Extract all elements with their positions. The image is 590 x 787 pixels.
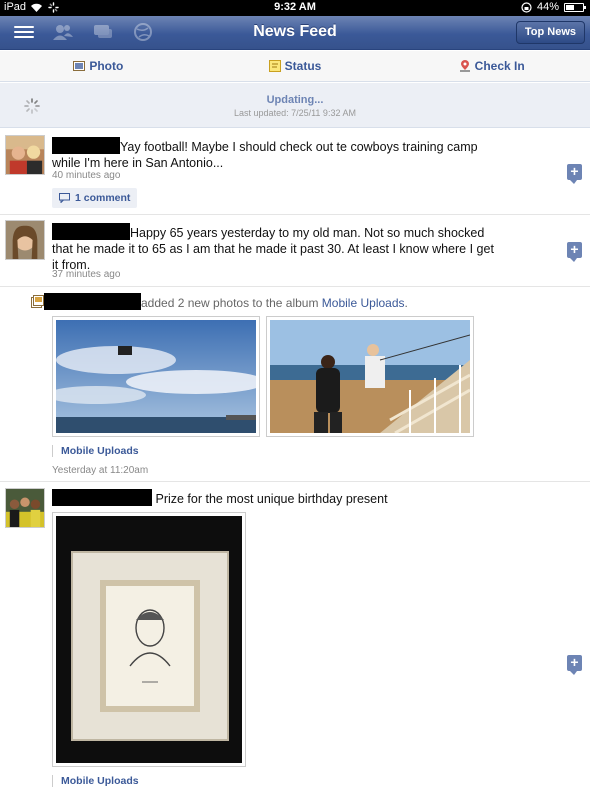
check-in-label: Check In bbox=[474, 59, 525, 73]
story-timestamp: 37 minutes ago bbox=[52, 269, 121, 280]
feed-story: Yay football! Maybe I should check out t… bbox=[0, 129, 590, 215]
feed-story: added 2 new photos to the album Mobile U… bbox=[0, 287, 590, 482]
status-button[interactable]: Status bbox=[197, 51, 394, 81]
publisher-bar: Photo Status Check In bbox=[0, 51, 590, 82]
story-text: Yay football! Maybe I should check out t… bbox=[120, 140, 478, 154]
album-link[interactable]: Mobile Uploads bbox=[52, 775, 139, 787]
feed-story: Prize for the most unique birthday prese… bbox=[0, 483, 590, 787]
album-link[interactable]: Mobile Uploads bbox=[52, 445, 139, 457]
avatar[interactable] bbox=[5, 488, 45, 528]
photo-label: Photo bbox=[89, 59, 124, 73]
add-comment-icon[interactable]: + bbox=[567, 242, 582, 262]
orientation-lock-icon bbox=[521, 1, 532, 13]
redacted-name bbox=[52, 137, 120, 154]
redacted-name bbox=[52, 223, 130, 240]
story-text: Happy 65 years yesterday to my old man. … bbox=[130, 226, 485, 240]
navigation-bar: News Feed Top News bbox=[0, 16, 590, 50]
album-photo[interactable] bbox=[266, 316, 474, 437]
map-pin-icon bbox=[459, 60, 470, 72]
pull-to-refresh-bar: Updating... Last updated: 7/25/11 9:32 A… bbox=[0, 83, 590, 128]
album-photo[interactable] bbox=[52, 512, 246, 767]
avatar[interactable] bbox=[5, 135, 45, 175]
photo-album-icon bbox=[31, 295, 44, 308]
check-in-button[interactable]: Check In bbox=[393, 51, 590, 81]
battery-percent: 44% bbox=[536, 1, 559, 13]
comment-count-label: 1 comment bbox=[75, 192, 131, 204]
page-title: News Feed bbox=[253, 23, 337, 40]
story-text-continued: that he made it to 65 as I am that he ma… bbox=[52, 242, 494, 256]
beach-sky-photo bbox=[46, 320, 266, 433]
album-photo[interactable] bbox=[46, 316, 266, 437]
photo-button[interactable]: Photo bbox=[0, 51, 197, 81]
story-text-continued: while I'm here in San Antonio... bbox=[52, 156, 224, 170]
top-news-button[interactable]: Top News bbox=[515, 21, 585, 44]
loading-spinner-icon bbox=[24, 98, 40, 114]
updating-label: Updating... bbox=[266, 94, 324, 106]
comment-bubble-icon bbox=[59, 193, 70, 203]
comment-count-button[interactable]: 1 comment bbox=[52, 188, 138, 208]
add-comment-icon[interactable]: + bbox=[567, 655, 582, 675]
status-icon bbox=[268, 60, 281, 72]
battery-icon bbox=[564, 2, 586, 12]
redacted-name bbox=[52, 489, 152, 506]
last-updated-label: Last updated: 7/25/11 9:32 AM bbox=[234, 108, 356, 118]
story-timestamp: Yesterday at 11:20am bbox=[52, 465, 149, 476]
fishing-pier-photo bbox=[270, 320, 471, 435]
album-link[interactable]: Mobile Uploads bbox=[322, 296, 405, 310]
story-text: Prize for the most unique birthday prese… bbox=[155, 492, 388, 506]
add-comment-icon[interactable]: + bbox=[567, 164, 582, 184]
photo-icon bbox=[73, 61, 86, 71]
feed-story: Happy 65 years yesterday to my old man. … bbox=[0, 215, 590, 287]
story-text-period: . bbox=[404, 296, 408, 310]
status-bar: iPad 9:32 AM 44% bbox=[0, 0, 590, 16]
redacted-name bbox=[44, 293, 141, 310]
avatar[interactable] bbox=[5, 220, 45, 260]
story-text: added 2 new photos to the album bbox=[141, 296, 322, 310]
story-timestamp: 40 minutes ago bbox=[52, 170, 121, 181]
clock: 9:32 AM bbox=[274, 1, 316, 13]
status-label: Status bbox=[284, 59, 322, 73]
framed-drawing-photo bbox=[56, 516, 242, 763]
